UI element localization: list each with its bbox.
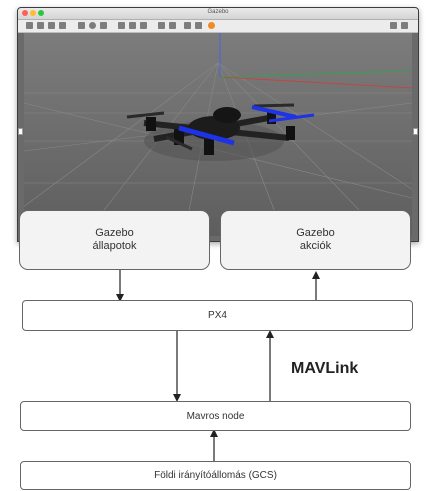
- gcs-label: Földi irányítóállomás (GCS): [154, 470, 277, 481]
- mavros-node-box: Mavros node: [20, 401, 411, 431]
- gazebo-states-line1: Gazebo: [95, 227, 134, 239]
- mavros-node-label: Mavros node: [186, 410, 245, 422]
- mavlink-label: MAVLink: [291, 360, 359, 377]
- gazebo-actions-line2: akciók: [299, 240, 332, 252]
- gazebo-actions-line1: Gazebo: [296, 227, 335, 239]
- gazebo-states-line2: állapotok: [92, 240, 137, 252]
- px4-label: PX4: [208, 310, 227, 321]
- gazebo-states-box: Gazebo állapotok: [19, 210, 210, 270]
- gazebo-actions-box: Gazebo akciók: [220, 210, 411, 270]
- px4-box: PX4: [22, 300, 413, 331]
- gcs-box: Földi irányítóállomás (GCS): [20, 461, 411, 490]
